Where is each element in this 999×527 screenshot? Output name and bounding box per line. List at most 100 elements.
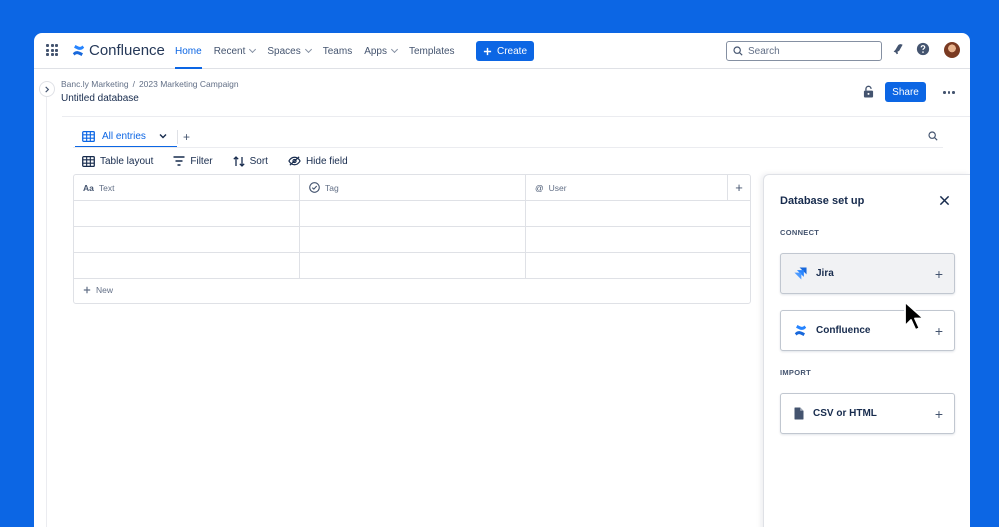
confluence-logo[interactable]: Confluence [72,42,165,59]
eye-off-icon [288,156,301,166]
table-row [74,227,750,253]
option-label: Confluence [816,325,871,336]
create-button[interactable]: Create [476,41,534,61]
sidebar-divider [46,97,47,527]
chevron-down-icon [304,45,312,54]
mouse-cursor-icon [904,301,925,331]
search-icon [733,46,743,56]
table-cell[interactable] [74,253,300,278]
text-type-icon: Aa [83,182,94,193]
option-label: Jira [816,268,834,279]
nav-spaces-label: Spaces [267,45,301,57]
add-view-button[interactable]: + [183,130,190,144]
confluence-logo-icon [72,45,85,56]
nav-templates-label: Templates [408,45,455,57]
table-header-row: Aa Text Tag @ User + [74,175,750,201]
database-toolbar: Table layout Filter Sort Hide field [82,153,368,169]
top-navigation: Confluence Home Recent Spaces Teams Apps… [34,33,970,69]
expand-sidebar-button[interactable] [39,81,55,97]
more-actions-icon[interactable] [943,91,955,94]
confluence-window: Confluence Home Recent Spaces Teams Apps… [34,33,970,527]
create-label: Create [496,45,527,57]
search-icon[interactable] [928,131,938,141]
nav-home[interactable]: Home [175,33,202,69]
option-label: CSV or HTML [813,408,877,419]
table-row [74,253,750,279]
help-icon[interactable] [916,42,930,56]
filter-label: Filter [190,155,213,167]
table-cell[interactable] [300,201,526,226]
confluence-icon [794,325,807,336]
tag-icon [309,182,320,193]
sort-button[interactable]: Sort [232,155,268,167]
panel-title: Database set up [780,195,865,207]
plus-icon: + [934,323,943,339]
plus-icon: + [934,406,943,422]
new-row-label: New [96,285,114,295]
view-tab-all-entries[interactable]: All entries [75,126,177,148]
breadcrumb-separator: / [132,79,135,89]
nav-spaces[interactable]: Spaces [267,33,312,69]
sort-icon [232,155,245,167]
view-separator [177,130,178,144]
add-column-button[interactable]: + [728,175,750,200]
plus-icon: + [934,266,943,282]
filter-icon [173,156,185,166]
hide-field-label: Hide field [305,155,348,167]
chevron-down-icon [390,45,399,54]
table-icon [82,155,95,167]
chevron-down-icon[interactable] [159,133,167,139]
lock-icon[interactable] [863,85,874,98]
nav-apps-label: Apps [364,45,387,57]
search-field[interactable] [726,41,882,61]
nav-recent[interactable]: Recent [213,33,257,69]
table-cell[interactable] [526,253,750,278]
database-setup-panel: Database set up CONNECT Jira + Confluenc… [763,174,970,527]
connect-section-label: CONNECT [780,228,820,237]
nav-links: Home Recent Spaces Teams Apps Templates [175,33,467,69]
database-table: Aa Text Tag @ User + New [73,174,751,304]
nav-templates[interactable]: Templates [409,33,455,69]
import-section-label: IMPORT [780,368,811,377]
nav-teams-label: Teams [322,45,353,57]
connect-confluence-option[interactable]: Confluence + [780,310,955,351]
file-icon [794,407,804,420]
app-switcher-icon[interactable] [46,44,58,56]
hide-field-button[interactable]: Hide field [288,156,348,167]
table-cell[interactable] [74,201,300,226]
table-layout-label: Table layout [100,155,154,167]
user-type-icon: @ [535,182,544,193]
page-title: Untitled database [61,93,139,104]
column-header-user[interactable]: @ User [526,175,728,200]
breadcrumb-space[interactable]: Banc.ly Marketing [61,79,129,89]
avatar[interactable] [944,42,960,58]
breadcrumb-parent[interactable]: 2023 Marketing Campaign [139,79,239,89]
table-layout-button[interactable]: Table layout [82,156,153,167]
search-input[interactable] [748,45,868,57]
nav-teams[interactable]: Teams [323,33,352,69]
new-row-button[interactable]: New [83,285,113,295]
close-icon[interactable] [939,195,950,206]
table-cell[interactable] [300,227,526,252]
jira-icon [794,267,807,280]
table-cell[interactable] [526,227,750,252]
notifications-icon[interactable] [891,42,905,56]
table-cell[interactable] [74,227,300,252]
table-cell[interactable] [300,253,526,278]
share-button[interactable]: Share [885,82,926,102]
nav-recent-label: Recent [213,45,246,57]
column-header-tag[interactable]: Tag [300,175,526,200]
chevron-right-icon [45,85,50,93]
nav-apps[interactable]: Apps [364,33,399,69]
header-divider [62,116,970,117]
column-label: Text [98,182,115,193]
column-label: Tag [325,182,339,193]
column-header-text[interactable]: Aa Text [74,175,300,200]
import-csv-html-option[interactable]: CSV or HTML + [780,393,955,434]
plus-icon [83,286,91,294]
filter-button[interactable]: Filter [173,155,213,167]
connect-jira-option[interactable]: Jira + [780,253,955,294]
nav-home-label: Home [175,45,202,57]
table-cell[interactable] [526,201,750,226]
table-row [74,201,750,227]
